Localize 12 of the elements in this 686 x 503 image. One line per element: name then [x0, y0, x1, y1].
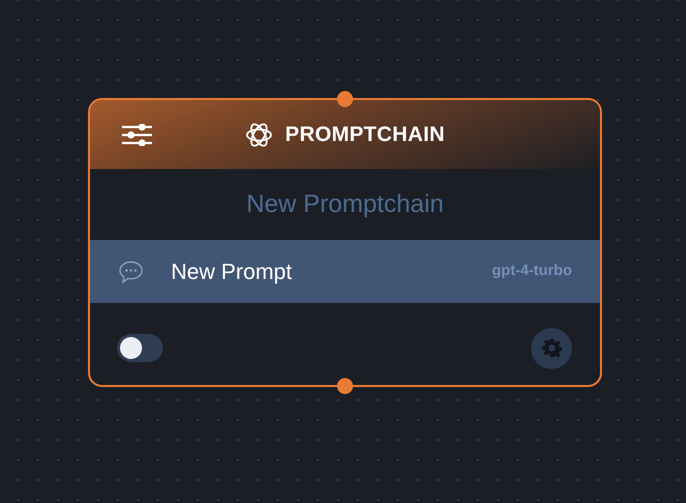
knot-icon — [245, 120, 274, 148]
chain-name: New Promptchain — [246, 188, 444, 220]
node-title: PROMPTCHAIN — [285, 122, 445, 148]
input-handle[interactable] — [337, 91, 353, 107]
prompt-label: New Prompt — [171, 258, 294, 286]
prompt-item[interactable]: New Prompt gpt-4-turbo — [90, 240, 600, 303]
model-label: gpt-4-turbo — [492, 261, 572, 282]
sliders-icon[interactable] — [122, 124, 152, 146]
settings-icon — [542, 338, 562, 358]
toggle-switch[interactable] — [117, 334, 163, 362]
chat-bubble-icon — [118, 260, 144, 284]
output-handle[interactable] — [337, 378, 353, 394]
